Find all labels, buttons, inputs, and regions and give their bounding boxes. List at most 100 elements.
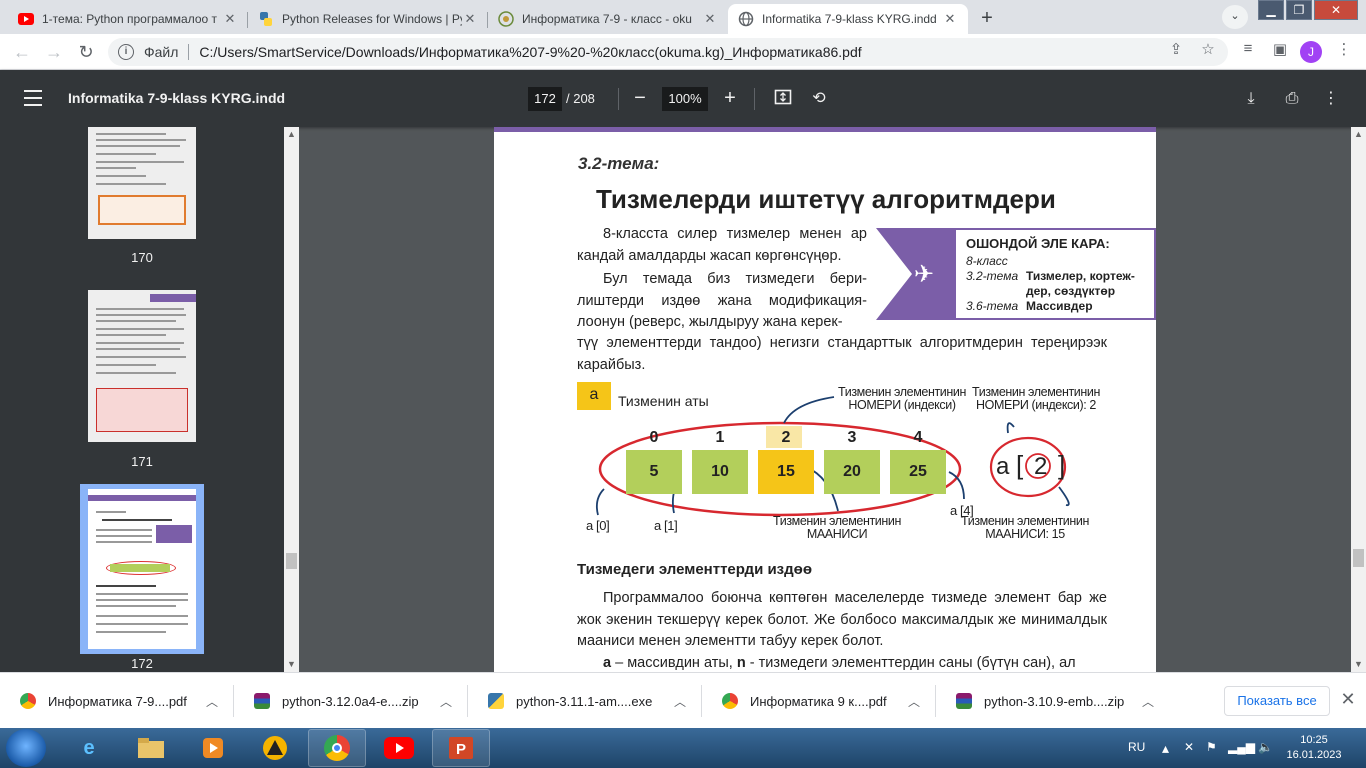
- volume-icon[interactable]: 🔈: [1258, 740, 1273, 754]
- var-a: a: [603, 655, 612, 671]
- download-icon[interactable]: ⤓: [1240, 88, 1262, 110]
- chevron-up-icon[interactable]: ︿: [436, 693, 456, 710]
- site-icon: [498, 11, 514, 27]
- close-downloads-icon[interactable]: ✕: [1338, 689, 1358, 709]
- access-expression: a [ 2 ]: [996, 450, 1066, 480]
- thumbnail-label: 170: [131, 250, 153, 265]
- close-window-button[interactable]: ✕: [1314, 0, 1358, 20]
- chrome-icon: [722, 693, 738, 709]
- bookmark-star-icon[interactable]: ☆: [1196, 40, 1220, 58]
- tab-okuma[interactable]: Информатика 7-9 - класс - oku ✕: [488, 4, 728, 34]
- close-tab-icon[interactable]: ✕: [462, 11, 478, 27]
- list-cell-highlighted: 15: [758, 450, 814, 494]
- thumbnail-page-170[interactable]: [88, 127, 196, 239]
- rotate-icon[interactable]: ⟲: [808, 88, 830, 110]
- info-icon[interactable]: i: [118, 44, 134, 60]
- minimize-button[interactable]: ▁: [1258, 0, 1284, 20]
- definition-paragraph: a – массивдин аты, n - тизмедеги элемент…: [577, 653, 1107, 672]
- signal-icon[interactable]: ▂▄▆: [1228, 740, 1255, 754]
- close-tab-icon[interactable]: ✕: [942, 11, 958, 27]
- downloads-bar: Информатика 7-9....pdf ︿ python-3.12.0a4…: [0, 672, 1366, 728]
- ref-a1: a [1]: [654, 518, 678, 533]
- download-filename: python-3.10.9-emb....zip: [984, 693, 1125, 709]
- menu-icon[interactable]: [24, 90, 42, 106]
- download-item[interactable]: python-3.11.1-am....exe ︿: [468, 673, 702, 729]
- windows-taskbar: e P RU ▴ ✕ ⚑ ▂▄▆ 🔈 10:25 16.01.2023: [0, 728, 1366, 768]
- back-button[interactable]: ←: [10, 40, 34, 64]
- language-indicator[interactable]: RU: [1128, 740, 1145, 754]
- index-label: 2: [781, 429, 791, 446]
- zoom-in-button[interactable]: +: [718, 87, 742, 111]
- tab-youtube[interactable]: 1-тема: Python программалоо т ✕: [8, 4, 248, 34]
- page-scrollbar[interactable]: ▲ ▼: [1351, 127, 1366, 672]
- youtube-taskbar-icon[interactable]: [370, 729, 428, 767]
- maximize-button[interactable]: ❐: [1286, 0, 1312, 20]
- ref-a0: a [0]: [586, 518, 610, 533]
- index-label: 4: [913, 429, 923, 446]
- new-tab-button[interactable]: +: [974, 6, 1000, 32]
- media-queue-icon[interactable]: ≡: [1236, 40, 1260, 57]
- page-total: / 208: [566, 91, 595, 106]
- close-tab-icon[interactable]: ✕: [222, 11, 238, 27]
- show-all-downloads-button[interactable]: Показать все: [1224, 686, 1330, 716]
- index-label: 3: [847, 429, 857, 446]
- tray-expand-icon[interactable]: ▴: [1162, 740, 1169, 757]
- download-item[interactable]: Информатика 9 к....pdf ︿: [702, 673, 936, 729]
- globe-icon: [738, 11, 754, 27]
- file-explorer-icon[interactable]: [122, 729, 180, 767]
- media-player-icon[interactable]: [184, 729, 242, 767]
- print-icon[interactable]: ⎙: [1281, 88, 1303, 110]
- zoom-out-button[interactable]: −: [628, 87, 652, 111]
- download-item[interactable]: python-3.10.9-emb....zip ︿: [936, 673, 1170, 729]
- powerpoint-icon[interactable]: P: [432, 729, 490, 767]
- close-tab-icon[interactable]: ✕: [702, 11, 718, 27]
- reload-button[interactable]: ↻: [74, 40, 98, 64]
- list-cell: 20: [824, 450, 880, 494]
- sidebar-scrollbar[interactable]: ▲ ▼: [284, 127, 299, 672]
- chevron-up-icon[interactable]: ︿: [1138, 693, 1158, 710]
- chevron-up-icon[interactable]: ︿: [670, 693, 690, 710]
- side-panel-icon[interactable]: ▣: [1268, 40, 1292, 58]
- index-label: 0: [649, 429, 659, 446]
- thumbnail-label: 171: [131, 454, 153, 469]
- page-number-input[interactable]: 172: [528, 87, 562, 111]
- tab-python-releases[interactable]: Python Releases for Windows | Py ✕: [248, 4, 488, 34]
- internet-explorer-icon[interactable]: e: [60, 729, 118, 767]
- fit-page-icon[interactable]: [772, 88, 794, 110]
- python-installer-icon: [488, 693, 504, 709]
- tab-search-button[interactable]: ⌄: [1222, 5, 1248, 29]
- share-icon[interactable]: ⇪: [1164, 40, 1188, 58]
- chrome-taskbar-icon[interactable]: [308, 729, 366, 767]
- chrome-icon: [20, 693, 36, 709]
- download-item[interactable]: Информатика 7-9....pdf ︿: [0, 673, 234, 729]
- download-filename: python-3.11.1-am....exe: [516, 693, 653, 709]
- section-heading: Тизмедеги элементтерди издөө: [577, 561, 812, 578]
- python-icon: [258, 11, 274, 27]
- address-bar[interactable]: i Файл C:/Users/SmartService/Downloads/И…: [108, 38, 1228, 66]
- zoom-level-input[interactable]: 100%: [662, 87, 708, 111]
- system-clock[interactable]: 10:25 16.01.2023: [1284, 733, 1344, 763]
- more-options-icon[interactable]: ⋮: [1320, 88, 1342, 110]
- chevron-up-icon[interactable]: ︿: [904, 693, 924, 710]
- chevron-up-icon[interactable]: ︿: [202, 693, 222, 710]
- start-button[interactable]: [6, 729, 46, 767]
- profile-avatar[interactable]: J: [1300, 41, 1322, 63]
- url-scheme: Файл: [144, 44, 179, 60]
- flag-icon[interactable]: ⚑: [1206, 740, 1217, 754]
- thumbnail-label: 172: [131, 656, 153, 671]
- download-item[interactable]: python-3.12.0a4-e....zip ︿: [234, 673, 468, 729]
- svg-text:P: P: [456, 741, 466, 758]
- thumbnail-page-172[interactable]: [88, 489, 196, 649]
- thumbnail-page-171[interactable]: [88, 290, 196, 442]
- url-text[interactable]: C:/Users/SmartService/Downloads/Информат…: [199, 44, 861, 60]
- tab-pdf-active[interactable]: Informatika 7-9-klass KYRG.indd ✕: [728, 4, 968, 34]
- thumbnail-sidebar: 170 171 172: [0, 127, 284, 672]
- app-icon[interactable]: [246, 729, 304, 767]
- forward-button[interactable]: →: [42, 40, 66, 64]
- index-caption-2: Тизменин элементинин НОМЕРИ (индекси): 2: [972, 385, 1100, 412]
- network-icon[interactable]: ✕: [1184, 740, 1194, 754]
- list-cell: 25: [890, 450, 946, 494]
- document-title: Informatika 7-9-klass KYRG.indd: [68, 90, 286, 106]
- download-filename: python-3.12.0a4-e....zip: [282, 693, 419, 709]
- chrome-menu-icon[interactable]: ⋮: [1332, 40, 1356, 58]
